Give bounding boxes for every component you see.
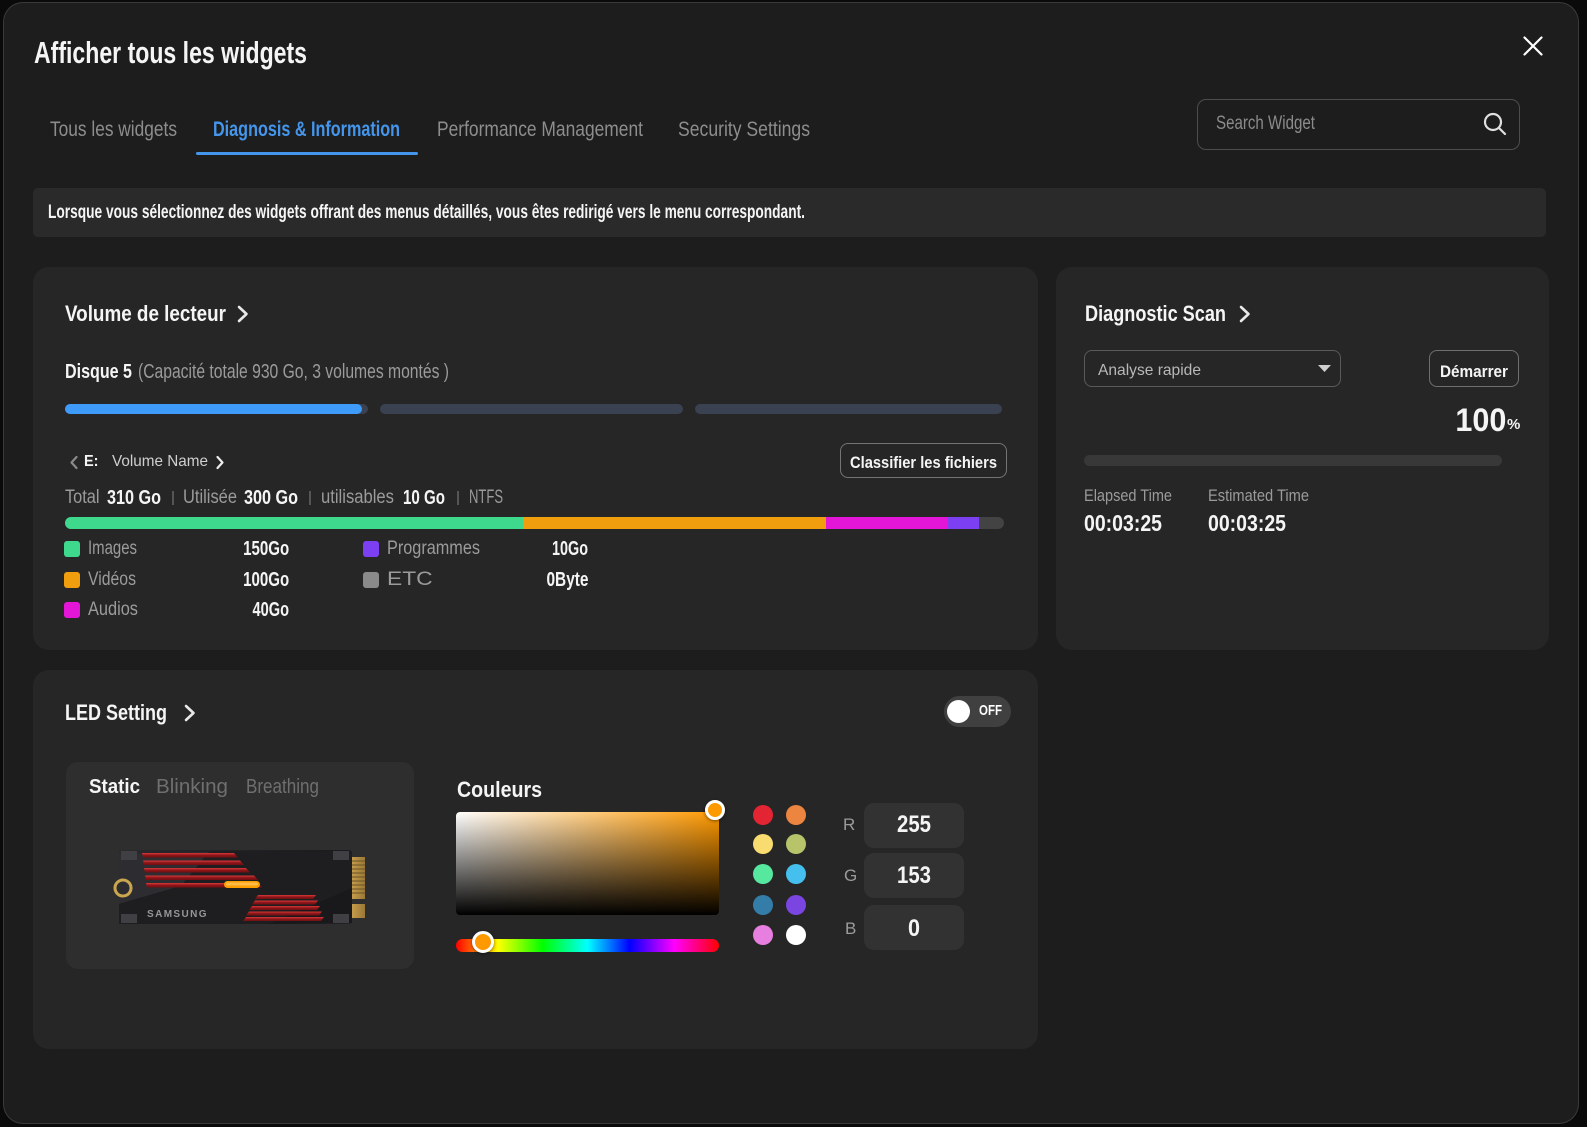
svg-text:SAMSUNG: SAMSUNG xyxy=(147,909,208,920)
